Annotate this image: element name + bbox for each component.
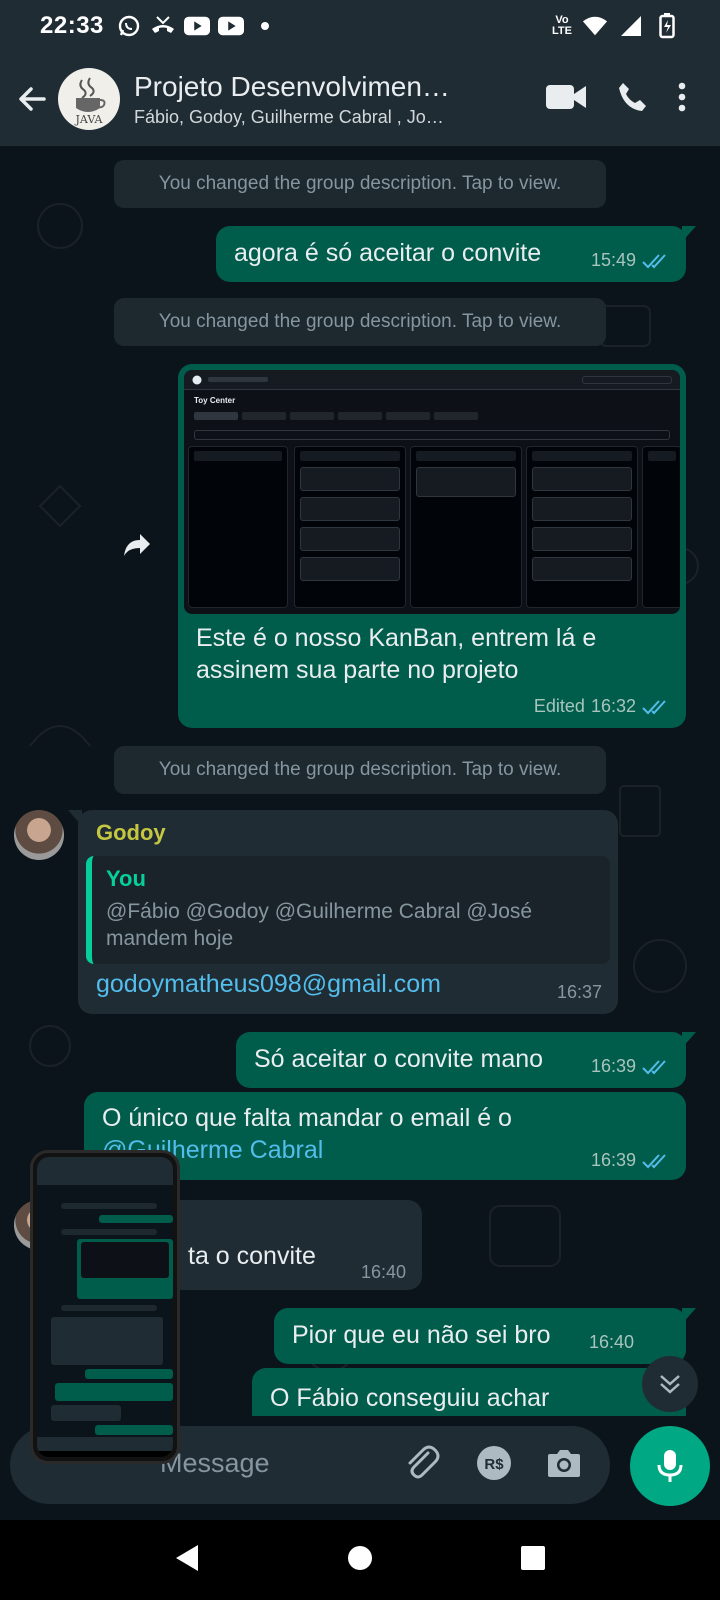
- voice-call-button[interactable]: [616, 81, 648, 118]
- read-receipt-icon: [642, 1059, 666, 1074]
- edited-label: Edited: [533, 696, 585, 716]
- missed-call-icon: [150, 15, 176, 37]
- more-notifications-dot-icon: [252, 15, 278, 37]
- svg-text:R$: R$: [484, 1456, 504, 1473]
- screenshot-preview-thumbnail[interactable]: [30, 1150, 180, 1464]
- forward-button[interactable]: [112, 520, 162, 570]
- currency-real-icon: R$: [477, 1445, 511, 1480]
- image-caption: Este é o nosso KanBan, entrem lá e assin…: [196, 624, 597, 684]
- quoted-message[interactable]: You @Fábio @Godoy @Guilherme Cabral @Jos…: [86, 856, 610, 964]
- attach-button[interactable]: [402, 1443, 442, 1488]
- message-time: 16:37: [556, 982, 602, 1002]
- circle-home-icon: [347, 1545, 372, 1570]
- whatsapp-notification-icon: [116, 15, 142, 37]
- youtube-icon-2: [217, 15, 244, 37]
- group-avatar[interactable]: JAVA: [58, 68, 120, 130]
- voice-message-button[interactable]: [630, 1426, 710, 1506]
- quote-author: You: [106, 866, 146, 891]
- status-time: 22:33: [40, 12, 104, 39]
- message-text: Só aceitar o convite mano: [254, 1045, 544, 1073]
- outgoing-message[interactable]: O Fábio conseguiu achar: [252, 1368, 686, 1416]
- microphone-icon: [657, 1450, 683, 1482]
- sender-avatar[interactable]: [14, 810, 64, 860]
- kanban-title: Toy Center: [194, 396, 236, 405]
- camera-icon: [548, 1449, 580, 1477]
- paperclip-icon: [408, 1445, 440, 1478]
- message-time: 16:40: [360, 1262, 406, 1282]
- camera-button[interactable]: [546, 1447, 582, 1484]
- message-text: Pior que eu não sei bro: [292, 1321, 551, 1349]
- image-message[interactable]: Toy Center Este é o nosso KanBan, entrem…: [178, 364, 686, 728]
- system-message[interactable]: You changed the group description. Tap t…: [114, 746, 606, 794]
- wifi-icon: [582, 15, 608, 37]
- kanban-board-image[interactable]: Toy Center: [184, 370, 680, 614]
- sender-name: Godoy: [96, 820, 166, 845]
- message-text: O Fábio conseguiu achar: [270, 1384, 550, 1412]
- system-message[interactable]: You changed the group description. Tap t…: [114, 298, 606, 346]
- chevron-double-down-icon: [660, 1375, 680, 1394]
- system-navigation-bar: [0, 1520, 720, 1600]
- nav-home-button[interactable]: [347, 1545, 373, 1576]
- read-receipt-icon: [642, 699, 666, 714]
- group-name: Projeto Desenvolvimen…: [134, 70, 450, 102]
- video-call-button[interactable]: [546, 83, 586, 116]
- message-text: O único que falta mandar o email é o: [102, 1104, 512, 1132]
- arrow-left-icon: [19, 87, 46, 111]
- incoming-message[interactable]: Godoy You @Fábio @Godoy @Guilherme Cabra…: [68, 810, 618, 1014]
- email-link[interactable]: godoymatheus098@gmail.com: [96, 968, 441, 1000]
- nav-back-button[interactable]: [174, 1543, 200, 1578]
- svg-text:JAVA: JAVA: [75, 113, 104, 126]
- youtube-icon: [183, 15, 210, 37]
- back-button[interactable]: [6, 69, 58, 129]
- nav-recents-button[interactable]: [520, 1545, 546, 1576]
- read-receipt-icon: [642, 1153, 666, 1168]
- message-time: 16:32: [590, 696, 636, 716]
- read-receipt-icon: [642, 253, 666, 268]
- payment-button[interactable]: R$: [476, 1445, 512, 1486]
- message-time: 16:39: [590, 1056, 636, 1076]
- message-time: 16:40: [588, 1332, 634, 1352]
- message-text: ta o convite: [188, 1242, 316, 1270]
- square-recents-icon: [521, 1545, 546, 1570]
- group-participants: Fábio, Godoy, Guilherme Cabral , Jo…: [134, 106, 444, 127]
- menu-button[interactable]: [678, 82, 686, 117]
- battery-icon: [654, 13, 680, 39]
- outgoing-message[interactable]: Pior que eu não sei bro 16:40: [274, 1308, 696, 1364]
- message-time: 15:49: [590, 250, 636, 270]
- system-message[interactable]: You changed the group description. Tap t…: [114, 160, 606, 208]
- quote-text: @Fábio @Godoy @Guilherme Cabral @José ma…: [106, 900, 533, 950]
- outgoing-message[interactable]: Só aceitar o convite mano 16:39: [236, 1032, 696, 1088]
- scroll-to-bottom-button[interactable]: [642, 1356, 698, 1412]
- message-text: agora é só aceitar o convite: [234, 239, 542, 267]
- forward-arrow-icon: [124, 534, 150, 556]
- phone-icon: [619, 82, 646, 111]
- chat-title-block[interactable]: Projeto Desenvolvimen… Fábio, Godoy, Gui…: [134, 71, 484, 128]
- chat-header: JAVA Projeto Desenvolvimen… Fábio, Godoy…: [0, 52, 720, 146]
- message-time: 16:39: [590, 1150, 636, 1170]
- volte-indicator: Vo LTE: [552, 14, 572, 37]
- triangle-back-icon: [175, 1544, 198, 1571]
- outgoing-message[interactable]: agora é só aceitar o convite 15:49: [216, 226, 696, 282]
- video-camera-icon: [546, 84, 586, 109]
- status-bar: 22:33 Vo LTE: [0, 0, 720, 52]
- more-vert-icon: [678, 82, 686, 111]
- signal-icon: [618, 15, 644, 37]
